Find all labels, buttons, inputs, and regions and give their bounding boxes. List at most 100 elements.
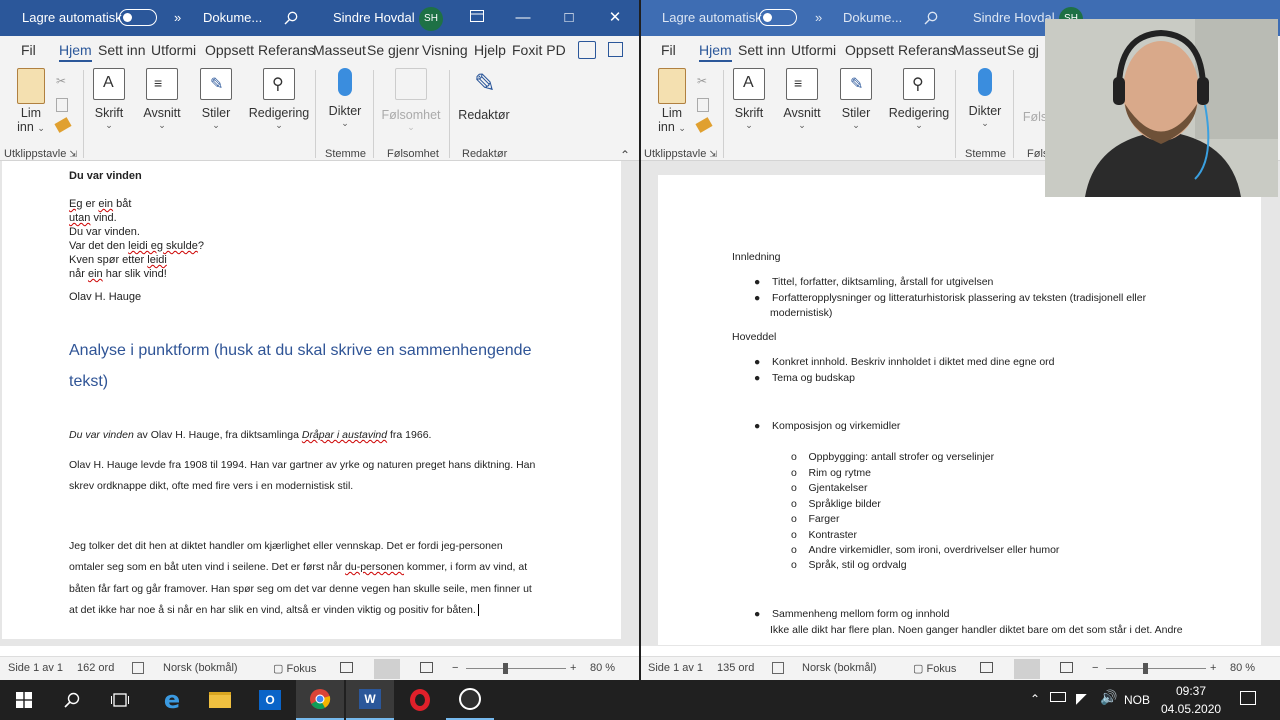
search-icon[interactable] <box>924 0 938 36</box>
user-name[interactable]: Sindre Hovdal <box>973 0 1055 36</box>
search-icon[interactable] <box>284 0 298 36</box>
ribbon-display-icon[interactable] <box>454 0 500 36</box>
tab-sett-inn[interactable]: Sett inn <box>98 36 145 64</box>
zoom-slider[interactable] <box>466 668 566 669</box>
word-icon[interactable]: W <box>346 680 394 720</box>
document-page[interactable]: Innledning ● Tittel, forfatter, diktsaml… <box>658 175 1261 645</box>
wifi-icon[interactable]: ◤ <box>1076 690 1087 707</box>
zoom-level[interactable]: 80 % <box>1230 662 1255 674</box>
zoom-level[interactable]: 80 % <box>590 662 615 674</box>
copy-icon[interactable] <box>697 98 709 112</box>
maximize-button[interactable]: □ <box>546 0 592 36</box>
cut-icon[interactable]: ✂ <box>56 74 68 88</box>
tab-sett-inn[interactable]: Sett inn <box>738 36 785 64</box>
read-mode-icon[interactable] <box>340 662 353 673</box>
edge-icon[interactable]: e <box>148 680 196 720</box>
focus-button[interactable]: ▢ Fokus <box>273 662 316 675</box>
notifications-icon[interactable] <box>1240 691 1256 705</box>
share-icon[interactable] <box>578 41 596 59</box>
styles-button[interactable]: ✎ Stiler ⌄ <box>836 68 876 131</box>
font-button[interactable]: A Skrift ⌄ <box>88 68 130 131</box>
opera-icon[interactable] <box>396 680 444 720</box>
battery-icon[interactable] <box>1050 692 1066 702</box>
zoom-out-button[interactable]: − <box>452 662 458 674</box>
document-title[interactable]: Dokume... <box>203 0 262 36</box>
language[interactable]: Norsk (bokmål) <box>802 662 877 674</box>
search-icon[interactable] <box>48 680 96 720</box>
obs-icon[interactable] <box>446 680 494 720</box>
proofing-icon[interactable] <box>772 662 784 674</box>
format-painter-icon[interactable] <box>695 117 713 133</box>
document-page[interactable]: Du var vinden Eg er ein båt utan vind. D… <box>2 161 621 639</box>
user-name[interactable]: Sindre Hovdal <box>333 0 415 36</box>
sensitivity-button[interactable]: Følsomhet ⌄ <box>380 68 442 133</box>
zoom-in-button[interactable]: + <box>1210 662 1216 674</box>
styles-button[interactable]: ✎ Stiler ⌄ <box>196 68 236 131</box>
tab-oppsett[interactable]: Oppsett <box>205 36 254 64</box>
tab-masseutsendelser[interactable]: Masseut <box>313 36 366 64</box>
read-mode-icon[interactable] <box>980 662 993 673</box>
zoom-slider-thumb[interactable] <box>503 663 508 674</box>
web-layout-icon[interactable] <box>1060 662 1073 673</box>
windows-start-icon[interactable] <box>0 680 48 720</box>
paste-button[interactable]: Lim inn ⌄ <box>653 68 691 134</box>
tab-hjelp[interactable]: Hjelp <box>474 36 506 64</box>
outlook-icon[interactable]: O <box>246 680 294 720</box>
cut-icon[interactable]: ✂ <box>697 74 709 88</box>
zoom-slider-thumb[interactable] <box>1143 663 1148 674</box>
page-count[interactable]: Side 1 av 1 <box>648 662 703 674</box>
more-commands-button[interactable]: » <box>815 0 822 36</box>
chrome-icon[interactable] <box>296 680 344 720</box>
print-layout-icon[interactable] <box>1014 659 1040 679</box>
font-button[interactable]: A Skrift ⌄ <box>728 68 770 131</box>
web-layout-icon[interactable] <box>420 662 433 673</box>
dictate-button[interactable]: Dikter ⌄ <box>965 68 1005 129</box>
editing-button[interactable]: ⚲ Redigering ⌄ <box>248 68 310 131</box>
avatar[interactable]: SH <box>419 7 443 31</box>
tab-hjem[interactable]: Hjem <box>59 36 92 64</box>
dictate-button[interactable]: Dikter ⌄ <box>325 68 365 129</box>
tab-fil[interactable]: Fil <box>661 36 676 64</box>
tab-fil[interactable]: Fil <box>21 36 36 64</box>
paragraph-button[interactable]: ≡ Avsnitt ⌄ <box>780 68 824 131</box>
comments-icon[interactable] <box>608 42 623 57</box>
more-commands-button[interactable]: » <box>174 0 181 36</box>
autosave-toggle[interactable] <box>759 9 797 26</box>
clock-date[interactable]: 04.05.2020 <box>1161 702 1221 716</box>
word-count[interactable]: 162 ord <box>77 662 114 674</box>
focus-button[interactable]: ▢ Fokus <box>913 662 956 675</box>
tab-referanser[interactable]: Referans <box>898 36 955 64</box>
copy-icon[interactable] <box>56 98 68 112</box>
tab-se-gjennom[interactable]: Se gj <box>1007 36 1039 64</box>
word-count[interactable]: 135 ord <box>717 662 754 674</box>
tab-hjem[interactable]: Hjem <box>699 36 732 64</box>
tab-utforming[interactable]: Utformi <box>151 36 196 64</box>
paste-button[interactable]: Lim inn ⌄ <box>12 68 50 134</box>
document-title[interactable]: Dokume... <box>843 0 902 36</box>
tab-referanser[interactable]: Referans <box>258 36 315 64</box>
editor-button[interactable]: ✎ Redaktør <box>457 68 511 122</box>
tab-se-gjennom[interactable]: Se gjenr <box>367 36 419 64</box>
language[interactable]: Norsk (bokmål) <box>163 662 238 674</box>
proofing-icon[interactable] <box>132 662 144 674</box>
tab-utforming[interactable]: Utformi <box>791 36 836 64</box>
input-language[interactable]: NOB <box>1124 693 1150 707</box>
minimize-button[interactable]: — <box>500 0 546 36</box>
collapse-ribbon-icon[interactable]: ⌃ <box>620 148 630 162</box>
volume-icon[interactable]: 🔊 <box>1100 689 1117 706</box>
tab-oppsett[interactable]: Oppsett <box>845 36 894 64</box>
zoom-slider[interactable] <box>1106 668 1206 669</box>
page-count[interactable]: Side 1 av 1 <box>8 662 63 674</box>
zoom-in-button[interactable]: + <box>570 662 576 674</box>
tab-visning[interactable]: Visning <box>422 36 468 64</box>
tab-masseutsendelser[interactable]: Masseut <box>953 36 1006 64</box>
file-explorer-icon[interactable] <box>196 680 244 720</box>
print-layout-icon[interactable] <box>374 659 400 679</box>
format-painter-icon[interactable] <box>54 117 72 133</box>
close-button[interactable]: ✕ <box>592 0 638 36</box>
editing-button[interactable]: ⚲ Redigering ⌄ <box>888 68 950 131</box>
autosave-toggle[interactable] <box>119 9 157 26</box>
tab-foxit-pdf[interactable]: Foxit PD <box>512 36 566 64</box>
zoom-out-button[interactable]: − <box>1092 662 1098 674</box>
paragraph-button[interactable]: ≡ Avsnitt ⌄ <box>140 68 184 131</box>
